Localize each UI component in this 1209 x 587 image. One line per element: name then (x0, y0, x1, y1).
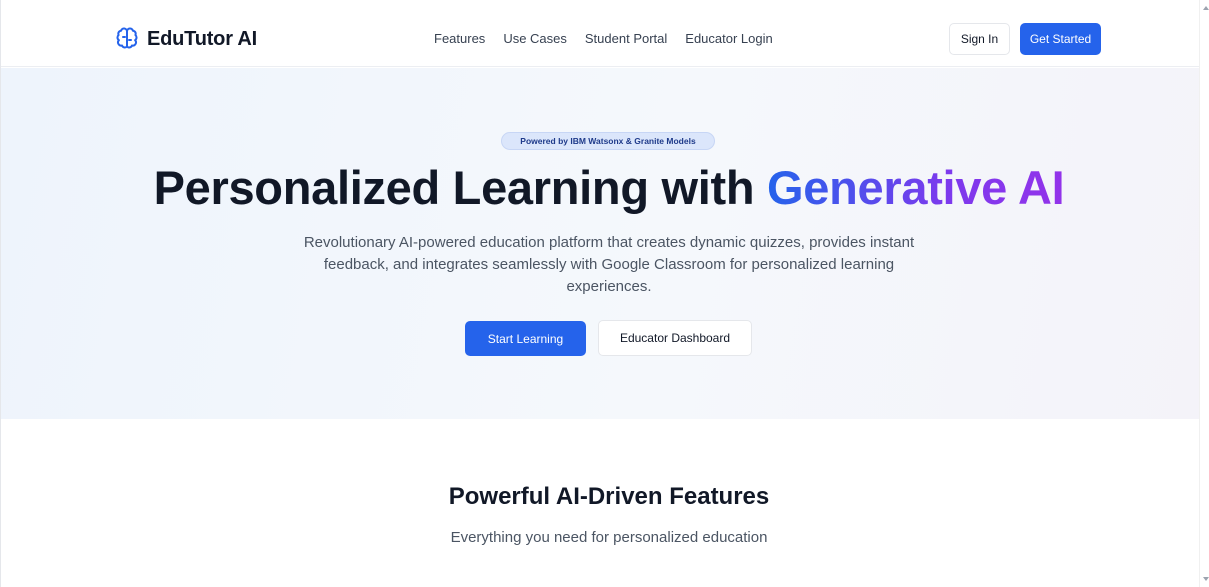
features-title: Powerful AI-Driven Features (448, 483, 770, 510)
top-nav: EduTutor AI Features Use Cases Student P… (1, 0, 1199, 67)
nav-links: Features Use Cases Student Portal Educat… (434, 31, 773, 46)
hero-subtitle: Revolutionary AI-powered education platf… (303, 234, 915, 295)
nav-link-features[interactable]: Features (434, 31, 485, 46)
page: EduTutor AI Features Use Cases Student P… (0, 0, 1209, 587)
brand-name: EduTutor AI (147, 27, 257, 50)
hero-section: Powered by IBM Watsonx & Granite Models … (1, 68, 1199, 419)
sign-in-button[interactable]: Sign In (949, 23, 1010, 55)
hero-title-highlight: Generative AI (767, 161, 1065, 214)
powered-by-badge: Powered by IBM Watsonx & Granite Models (501, 132, 715, 150)
hero-title-plain: Personalized Learning with (153, 161, 768, 214)
scroll-down-arrow-icon[interactable] (1203, 577, 1209, 581)
page-scrollbar[interactable] (1199, 0, 1209, 587)
educator-dashboard-button[interactable]: Educator Dashboard (598, 320, 752, 356)
nav-link-educator-login[interactable]: Educator Login (685, 31, 772, 46)
features-subtitle: Everything you need for personalized edu… (450, 529, 768, 546)
brain-icon (115, 27, 139, 51)
brand-logo[interactable]: EduTutor AI (115, 26, 257, 52)
hero-title: Personalized Learning with Generative AI (1, 160, 1209, 215)
nav-link-student-portal[interactable]: Student Portal (585, 31, 667, 46)
start-learning-button[interactable]: Start Learning (465, 321, 586, 356)
get-started-button[interactable]: Get Started (1020, 23, 1101, 55)
nav-link-use-cases[interactable]: Use Cases (503, 31, 567, 46)
scroll-up-arrow-icon[interactable] (1203, 6, 1209, 10)
